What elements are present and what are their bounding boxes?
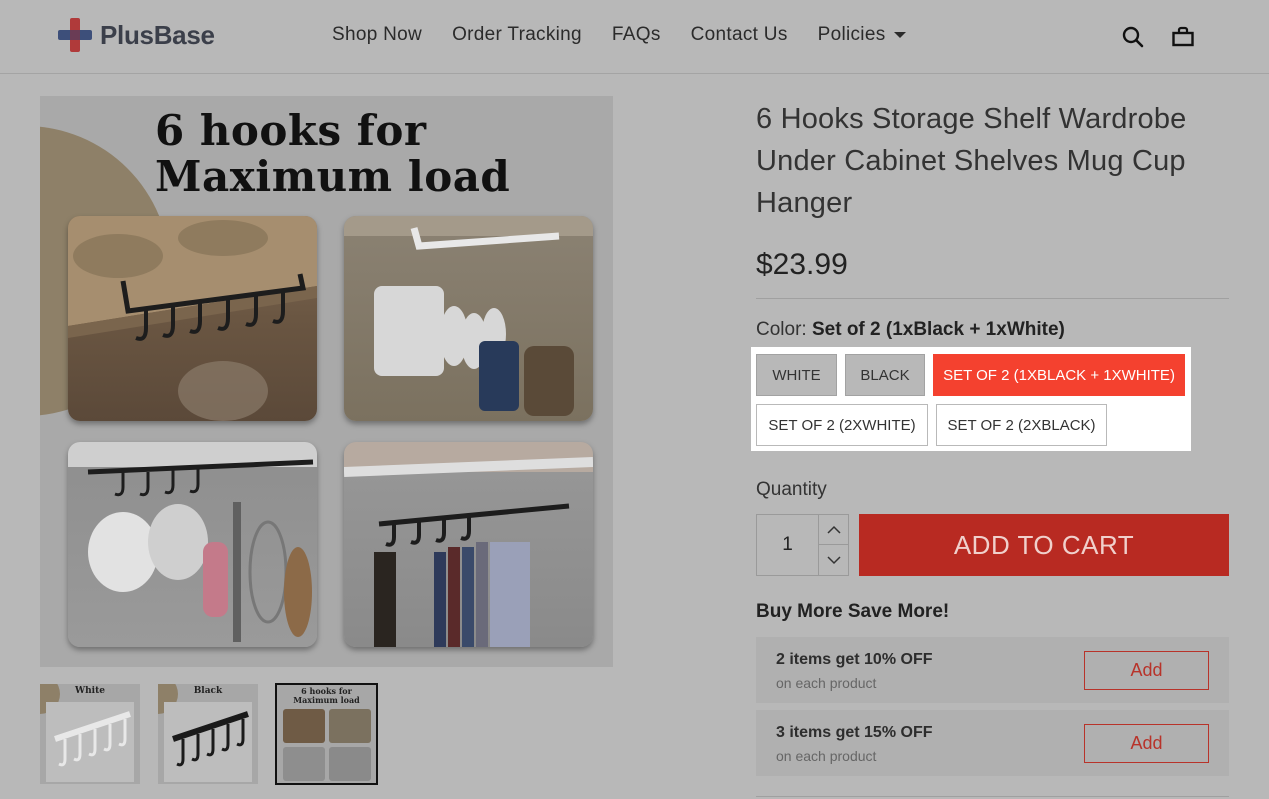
variant-set-of-2-mixed-button[interactable]: SET OF 2 (1XBLACK + 1XWHITE) [933, 354, 1185, 396]
site-header: PlusBase Shop Now Order Tracking FAQs Co… [0, 0, 1269, 74]
divider [756, 796, 1229, 797]
cart-bag-icon[interactable] [1171, 25, 1195, 49]
image-headline-line2: Maximum load [155, 152, 511, 201]
offer-add-button[interactable]: Add [1084, 651, 1209, 690]
divider [756, 298, 1229, 299]
chevron-down-icon [826, 555, 841, 564]
photo-black-hooks-under-shelf [68, 216, 317, 421]
nav-contact-us[interactable]: Contact Us [691, 24, 788, 46]
thumbnail-black[interactable]: Black [158, 684, 258, 784]
nav-shop-now[interactable]: Shop Now [332, 24, 422, 46]
bundle-offer-row: 2 items get 10% OFF on each product Add [756, 637, 1229, 703]
product-main-image[interactable]: 6 hooks for Maximum load [40, 96, 613, 667]
search-icon[interactable] [1121, 25, 1145, 49]
photo-belts-and-ties-on-hooks [344, 442, 593, 647]
offer-add-button[interactable]: Add [1084, 724, 1209, 763]
image-headline-line1: 6 hooks for [155, 106, 427, 155]
product-price: $23.99 [756, 248, 848, 281]
offer-sub-text: on each product [776, 675, 877, 691]
main-nav: Shop Now Order Tracking FAQs Contact Us … [332, 24, 906, 46]
bundle-offer-title: Buy More Save More! [756, 601, 950, 622]
chevron-down-icon [893, 31, 906, 38]
offer-sub-text: on each product [776, 748, 877, 764]
brand-name: PlusBase [100, 19, 215, 50]
quantity-label: Quantity [756, 479, 827, 500]
bundle-offer-row: 3 items get 15% OFF on each product Add [756, 710, 1229, 776]
quantity-decrease-button[interactable] [819, 545, 848, 575]
brand-logo[interactable]: PlusBase [58, 17, 215, 53]
thumbnail-white[interactable]: White [40, 684, 140, 784]
quantity-stepper: 1 [756, 514, 849, 576]
color-label: Color: Set of 2 (1xBlack + 1xWhite) [756, 319, 1065, 341]
product-title: 6 Hooks Storage Shelf Wardrobe Under Cab… [756, 103, 1187, 219]
offer-main-text: 2 items get 10% OFF [776, 651, 933, 668]
color-label-prefix: Color: [756, 319, 807, 340]
variant-white-button[interactable]: WHITE [756, 354, 837, 396]
offer-main-text: 3 items get 15% OFF [776, 724, 933, 741]
thumbnail-six-hooks[interactable]: 6 hooks for Maximum load [275, 683, 378, 785]
quantity-increase-button[interactable] [819, 515, 848, 545]
quantity-input[interactable]: 1 [757, 515, 819, 575]
image-headline: 6 hooks for Maximum load [155, 108, 510, 200]
variant-set-of-2-white-button[interactable]: SET OF 2 (2XWHITE) [756, 404, 928, 446]
chevron-up-icon [826, 525, 841, 534]
nav-policies-label: Policies [817, 24, 886, 45]
selected-color-value: Set of 2 (1xBlack + 1xWhite) [811, 319, 1065, 340]
plus-logo-icon [58, 18, 92, 52]
nav-policies[interactable]: Policies [818, 24, 906, 46]
variant-set-of-2-black-button[interactable]: SET OF 2 (2XBLACK) [936, 404, 1107, 446]
variant-black-button[interactable]: BLACK [845, 354, 925, 396]
add-to-cart-button[interactable]: ADD TO CART [859, 514, 1229, 576]
nav-faqs[interactable]: FAQs [612, 24, 661, 46]
photo-white-hooks-with-mug [344, 216, 593, 421]
photo-kitchen-utensils-on-hooks [68, 442, 317, 647]
nav-order-tracking[interactable]: Order Tracking [452, 24, 582, 46]
